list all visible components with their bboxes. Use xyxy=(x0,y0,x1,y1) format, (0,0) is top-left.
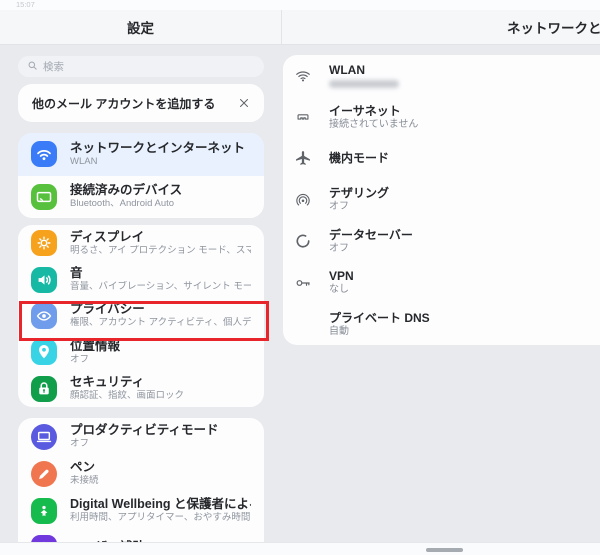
detail-page-title: ネットワークとインターネット xyxy=(507,21,600,36)
app-header: 設定 ネットワークとインターネット xyxy=(0,10,600,45)
display-icon xyxy=(31,230,57,257)
settings-item-location[interactable]: 位置情報 オフ xyxy=(18,334,264,370)
settings-item-title: ネットワークとインターネット xyxy=(70,140,246,155)
gesture-nav-bar xyxy=(0,542,600,555)
page-title: 設定 xyxy=(127,21,154,36)
settings-item-title: ディスプレイ xyxy=(70,229,145,244)
header-left: 設定 xyxy=(0,10,281,44)
close-icon[interactable] xyxy=(238,97,250,109)
wellbeing-icon xyxy=(31,497,57,524)
settings-item-title: 音 xyxy=(70,266,83,281)
settings-item-subtitle: 音量、バイブレーション、サイレント モード xyxy=(70,281,251,293)
settings-group-device: ディスプレイ明るさ、アイ プロテクション モード、スマート ローテーション音音量… xyxy=(18,225,264,407)
network-item-title: VPN xyxy=(329,269,354,284)
icon-spacer xyxy=(293,314,313,334)
network-detail-pane: WLAN イーサネット 接続されていません 機内モード テザリング オフ データセーバー オフ… xyxy=(283,45,600,542)
settings-item-display[interactable]: ディスプレイ明るさ、アイ プロテクション モード、スマート ローテーション xyxy=(18,225,264,261)
wifi-icon xyxy=(31,141,57,168)
location-icon xyxy=(31,339,57,366)
settings-item-productivity[interactable]: プロダクティビティモード オフ xyxy=(18,418,264,455)
settings-item-subtitle: 利用時間、アプリタイマー、おやすみ時間のスケジュール xyxy=(70,512,251,523)
settings-list-pane: 検索 他のメール アカウントを追加する ネットワークとインターネット WLAN 接続… xyxy=(0,45,281,542)
settings-item-subtitle: 権限、アカウント アクティビティ、個人データ xyxy=(70,317,251,329)
data-saver-icon xyxy=(293,231,313,251)
settings-item-privacy[interactable]: プライバシー 権限、アカウント アクティビティ、個人データ xyxy=(18,298,264,334)
hotspot-icon xyxy=(293,190,313,210)
settings-group-tools: プロダクティビティモード オフ ペン 未接続 Digital Wellbeing と保護… xyxy=(18,418,264,542)
settings-item-security[interactable]: セキュリティ 顔認証、指紋、画面ロック xyxy=(18,371,264,407)
settings-item-devices[interactable]: 接続済みのデバイス Bluetooth、Android Auto xyxy=(18,176,264,219)
network-item-subtitle: 自動 xyxy=(329,325,349,337)
network-item-subtitle: 接続されていません xyxy=(329,118,419,130)
add-mail-account-suggestion[interactable]: 他のメール アカウントを追加する xyxy=(18,84,264,122)
settings-item-title: Digital Wellbeing と保護者による使用制限 xyxy=(70,497,251,511)
airplane-icon xyxy=(293,148,313,168)
settings-item-title: セキュリティ xyxy=(70,375,145,390)
settings-item-pen[interactable]: ペン 未接続 xyxy=(18,455,264,492)
network-item-subtitle: オフ xyxy=(329,242,349,254)
settings-item-subtitle: 顔認証、指紋、画面ロック xyxy=(70,390,185,402)
network-item-airplane[interactable]: 機内モード xyxy=(283,138,600,179)
privacy-icon xyxy=(31,302,57,329)
redacted-network-name xyxy=(329,80,399,89)
suggestion-text: 他のメール アカウントを追加する xyxy=(32,96,216,111)
pane-divider xyxy=(281,10,282,44)
devices-icon xyxy=(31,183,57,210)
network-item-title: 機内モード xyxy=(329,151,390,166)
settings-item-subtitle: 未接続 xyxy=(70,475,99,486)
network-item-subtitle: なし xyxy=(329,284,349,296)
network-item-datasaver[interactable]: データセーバー オフ xyxy=(283,221,600,262)
settings-item-subtitle: WLAN xyxy=(70,155,98,167)
network-item-private-dns[interactable]: プライベート DNS 自動 xyxy=(283,303,600,344)
settings-item-title: 位置情報 xyxy=(70,338,121,353)
settings-item-wellbeing[interactable]: Digital Wellbeing と保護者による使用制限利用時間、アプリタイマ… xyxy=(18,492,264,529)
settings-item-sound[interactable]: 音音量、バイブレーション、サイレント モード xyxy=(18,261,264,297)
network-item-ethernet[interactable]: イーサネット 接続されていません xyxy=(283,96,600,137)
network-item-wlan[interactable]: WLAN xyxy=(283,55,600,96)
settings-item-title: 接続済みのデバイス xyxy=(70,183,183,198)
network-item-title: イーサネット xyxy=(329,103,401,118)
settings-item-title: ペン xyxy=(70,460,96,474)
network-item-title: プライベート DNS xyxy=(329,310,430,325)
settings-item-accessibility[interactable]: ユーザー補助 xyxy=(18,529,264,542)
network-settings-card: WLAN イーサネット 接続されていません 機内モード テザリング オフ データセーバー オフ… xyxy=(283,55,600,345)
network-item-subtitle: オフ xyxy=(329,201,349,213)
settings-item-network[interactable]: ネットワークとインターネット WLAN xyxy=(18,133,264,176)
network-item-title: WLAN xyxy=(329,63,365,78)
search-input[interactable]: 検索 xyxy=(18,56,264,77)
search-placeholder: 検索 xyxy=(43,61,64,73)
wifi-gray-icon xyxy=(293,66,313,86)
content-area: 検索 他のメール アカウントを追加する ネットワークとインターネット WLAN 接続… xyxy=(0,45,600,542)
ethernet-icon xyxy=(293,107,313,127)
settings-item-subtitle: オフ xyxy=(70,438,90,449)
search-icon xyxy=(27,58,38,76)
network-item-tethering[interactable]: テザリング オフ xyxy=(283,179,600,220)
network-item-title: データセーバー xyxy=(329,227,413,242)
settings-item-subtitle: 明るさ、アイ プロテクション モード、スマート ローテーション xyxy=(70,244,251,256)
settings-group-connectivity: ネットワークとインターネット WLAN 接続済みのデバイス Bluetooth、And… xyxy=(18,133,264,218)
settings-item-subtitle: オフ xyxy=(70,353,90,365)
accessibility-icon xyxy=(31,534,57,542)
status-time: 15:07 xyxy=(16,0,35,9)
network-item-vpn[interactable]: VPN なし xyxy=(283,262,600,303)
settings-item-subtitle: Bluetooth、Android Auto xyxy=(70,198,175,210)
vpn-key-icon xyxy=(293,273,313,293)
gesture-handle[interactable] xyxy=(426,548,463,552)
status-bar: 15:07 xyxy=(0,0,600,10)
pen-icon xyxy=(31,460,57,487)
network-item-title: テザリング xyxy=(329,186,390,201)
productivity-icon xyxy=(31,423,57,450)
security-icon xyxy=(31,375,57,402)
settings-item-title: プロダクティビティモード xyxy=(70,423,219,437)
settings-item-title: プライバシー xyxy=(70,302,145,317)
sound-icon xyxy=(31,266,57,293)
